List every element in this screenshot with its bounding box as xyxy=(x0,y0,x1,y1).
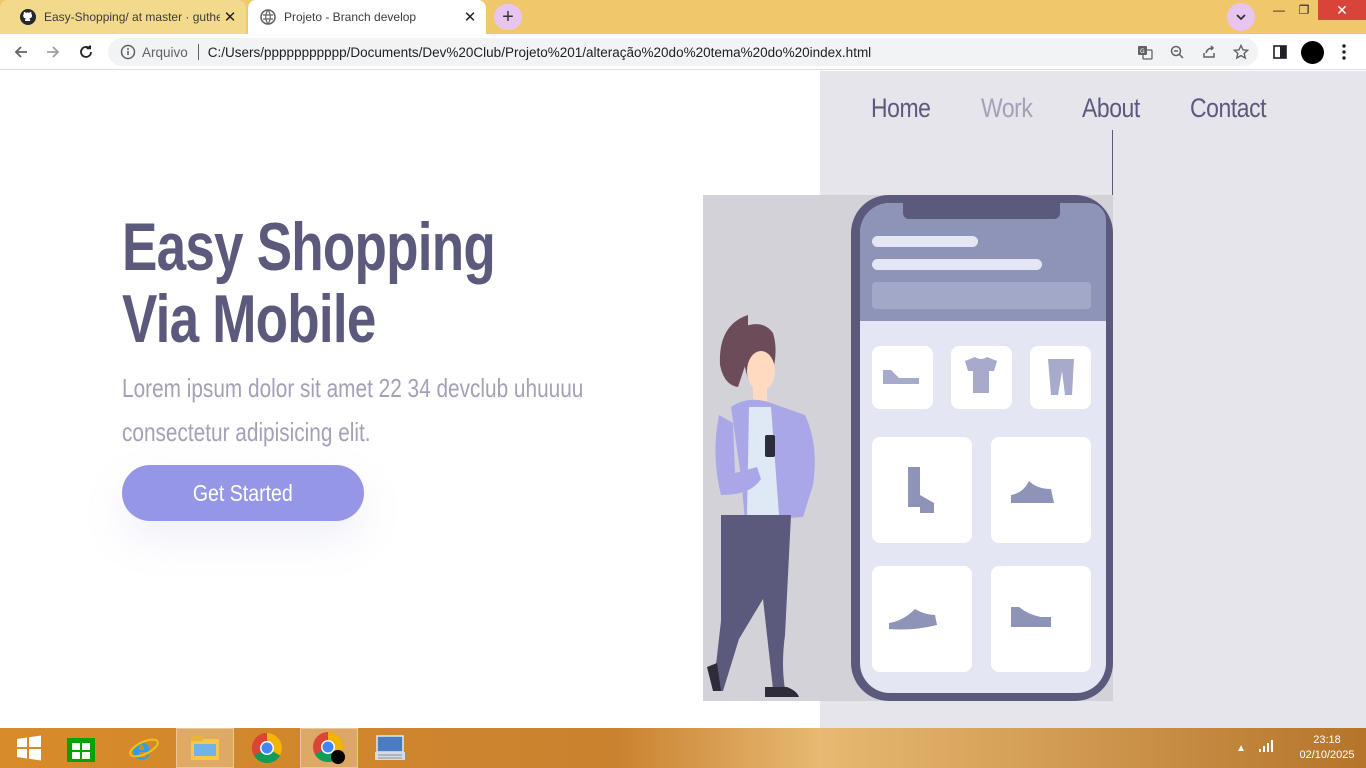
hero-title-line2: Via Mobile xyxy=(122,281,376,357)
clock-time: 23:18 xyxy=(1313,734,1341,746)
get-started-label: Get Started xyxy=(193,479,293,506)
chrome-icon[interactable] xyxy=(238,728,296,768)
web-page: Home Work About Contact Easy Shopping Vi… xyxy=(0,71,1366,728)
divider xyxy=(197,44,199,60)
chevron-down-icon xyxy=(1236,14,1246,21)
bookmark-star-icon[interactable] xyxy=(1232,43,1250,61)
tab-github[interactable]: Easy-Shopping/ at master · guthe ✕ xyxy=(0,0,246,34)
svg-text:G: G xyxy=(1140,48,1145,55)
hero-title: Easy Shopping Via Mobile xyxy=(122,209,496,357)
security-label: Arquivo xyxy=(142,44,188,60)
new-tab-button[interactable]: + xyxy=(494,4,522,30)
tab-projeto[interactable]: Projeto - Branch develop ✕ xyxy=(248,0,486,34)
address-bar[interactable]: Arquivo C:/Users/ppppppppppp/Documents/D… xyxy=(108,38,1258,66)
close-window-button[interactable]: ✕ xyxy=(1318,0,1366,20)
store-icon[interactable] xyxy=(52,728,110,768)
decorative-line xyxy=(1112,130,1113,195)
tray-expand-icon[interactable]: ▲ xyxy=(1236,743,1246,754)
forward-button[interactable] xyxy=(41,40,65,64)
zoom-icon[interactable] xyxy=(1168,43,1186,61)
get-started-button[interactable]: Get Started xyxy=(122,465,364,521)
hero-title-line1: Easy Shopping xyxy=(122,209,496,285)
url-text[interactable]: C:/Users/ppppppppppp/Documents/Dev%20Clu… xyxy=(208,45,871,60)
nav-home[interactable]: Home xyxy=(871,93,931,124)
windows-start-icon[interactable] xyxy=(0,728,58,768)
share-icon[interactable] xyxy=(1200,43,1218,61)
keyboard-app-icon[interactable] xyxy=(361,728,419,768)
taskbar: e ▲ 23:18 02/10/2025 xyxy=(0,728,1366,768)
reload-icon xyxy=(80,45,92,58)
menu-kebab-icon[interactable] xyxy=(1334,40,1354,64)
nav-work[interactable]: Work xyxy=(981,93,1033,124)
arrow-left-icon xyxy=(14,46,27,58)
system-tray: ▲ 23:18 02/10/2025 xyxy=(1236,728,1366,768)
close-tab-icon[interactable]: ✕ xyxy=(220,8,240,26)
taskbar-clock[interactable]: 23:18 02/10/2025 xyxy=(1288,733,1366,763)
hero-description: Lorem ipsum dolor sit amet 22 34 devclub… xyxy=(122,373,584,447)
translate-icon[interactable]: G xyxy=(1136,43,1154,61)
chrome-profile-icon[interactable] xyxy=(300,728,358,768)
reload-button[interactable] xyxy=(74,40,98,64)
main-nav: Home Work About Contact xyxy=(871,93,1319,124)
clock-date: 02/10/2025 xyxy=(1299,749,1355,761)
github-icon xyxy=(20,9,36,25)
back-button[interactable] xyxy=(9,40,33,64)
close-tab-icon[interactable]: ✕ xyxy=(460,8,480,26)
nav-about[interactable]: About xyxy=(1082,93,1140,124)
svg-text:e: e xyxy=(132,733,151,763)
restore-button[interactable]: ❐ xyxy=(1289,0,1319,20)
globe-icon xyxy=(260,9,276,25)
internet-explorer-icon[interactable]: e xyxy=(115,728,173,768)
info-icon[interactable] xyxy=(120,44,136,60)
file-explorer-icon[interactable] xyxy=(176,728,234,768)
side-panel-icon[interactable] xyxy=(1270,40,1290,64)
tab-title: Easy-Shopping/ at master · guthe xyxy=(44,10,220,24)
tab-search-button[interactable] xyxy=(1227,3,1255,31)
tab-title: Projeto - Branch develop xyxy=(284,10,417,24)
network-signal-icon[interactable] xyxy=(1258,739,1274,757)
nav-contact[interactable]: Contact xyxy=(1190,93,1267,124)
browser-toolbar: Arquivo C:/Users/ppppppppppp/Documents/D… xyxy=(0,34,1366,70)
shopping-illustration xyxy=(703,195,1113,701)
arrow-right-icon xyxy=(47,46,60,58)
profile-avatar[interactable] xyxy=(1300,40,1324,64)
browser-tab-strip: Easy-Shopping/ at master · guthe ✕ Proje… xyxy=(0,0,1366,34)
